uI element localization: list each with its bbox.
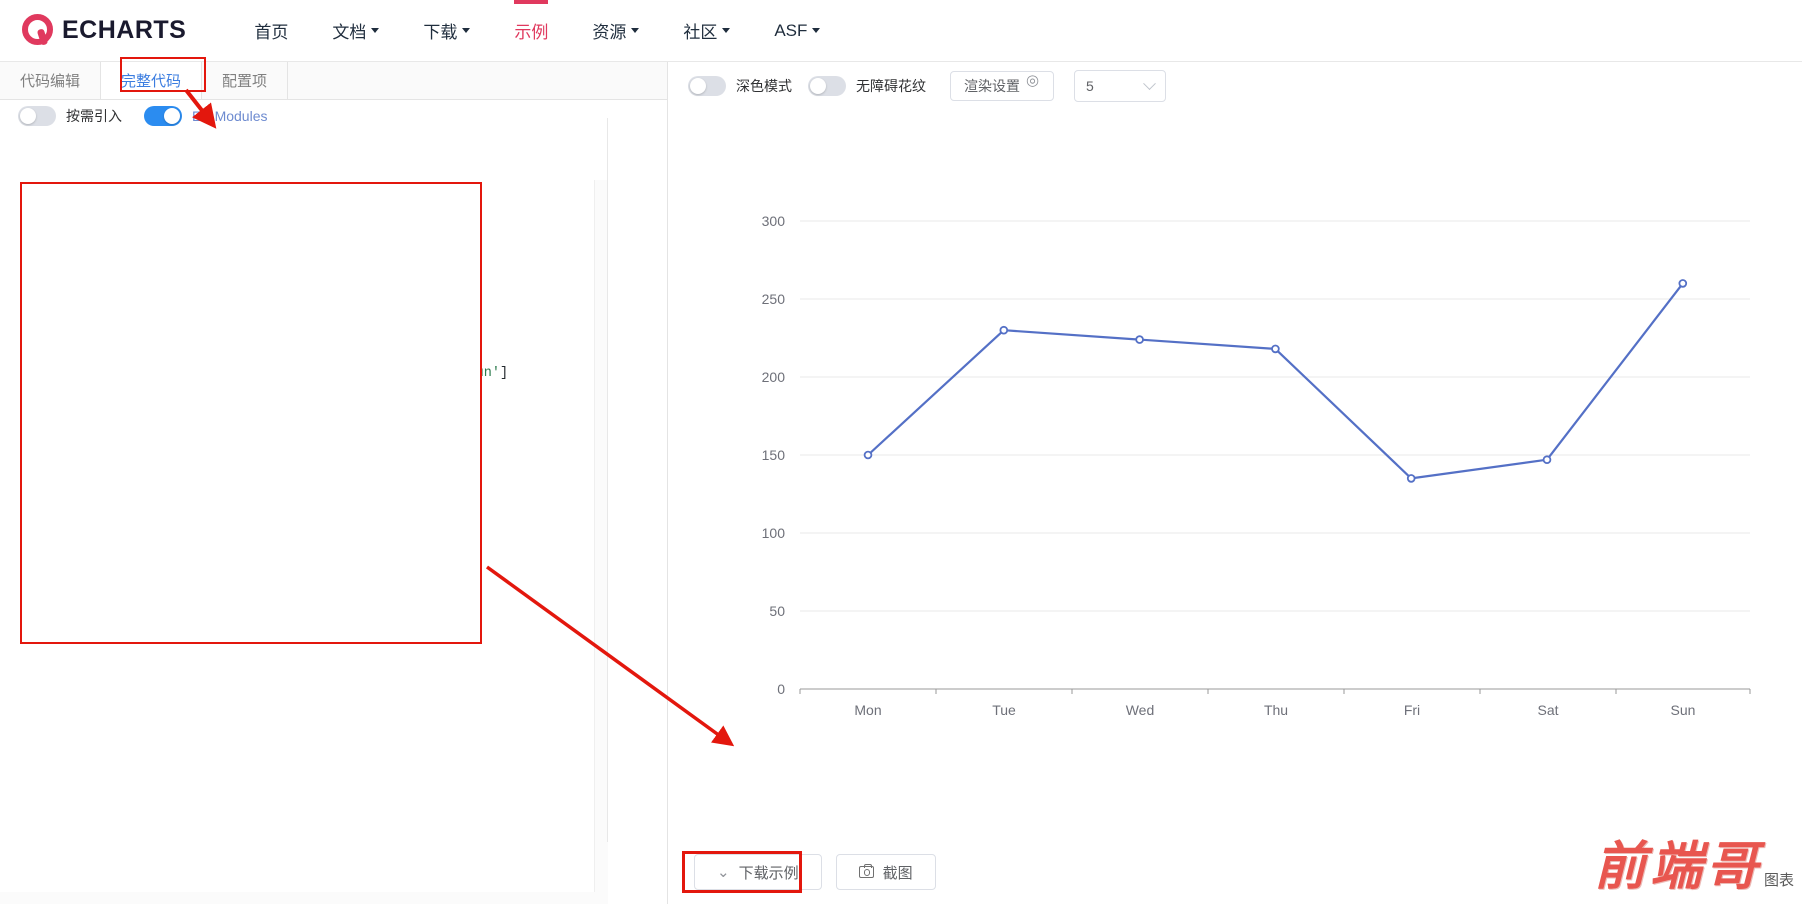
x-tick-label: Tue bbox=[992, 702, 1016, 718]
y-axis-labels: 300 250 200 150 100 50 0 bbox=[762, 213, 786, 697]
nav-item-community[interactable]: 社区 bbox=[661, 0, 752, 62]
preview-panel: 深色模式 无障碍花纹 渲染设置 5 bbox=[668, 62, 1802, 904]
nav-label: 首页 bbox=[254, 23, 289, 42]
y-tick-label: 0 bbox=[777, 681, 785, 697]
tab-label: 代码编辑 bbox=[20, 73, 81, 90]
x-axis-ticks bbox=[799, 689, 1751, 694]
echarts-logo-icon bbox=[22, 13, 56, 48]
tab-label: 完整代码 bbox=[121, 73, 182, 90]
chevron-down-icon bbox=[812, 28, 821, 33]
nav-links: 首页 文档 下载 示例 资源 社区 ASF bbox=[232, 0, 842, 62]
series-line bbox=[867, 282, 1684, 480]
top-navbar: ECHARTS 首页 文档 下载 示例 资源 社区 ASF bbox=[0, 0, 1802, 62]
toggle-knob bbox=[20, 108, 36, 124]
x-tick-label: Sat bbox=[1537, 702, 1558, 718]
y-tick-label: 50 bbox=[769, 603, 785, 619]
tab-code-edit[interactable]: 代码编辑 bbox=[0, 62, 102, 99]
line-chart-svg: 300 250 200 150 100 50 0 Mon Tue Wed Thu… bbox=[762, 213, 1751, 718]
toggle-knob bbox=[690, 78, 706, 94]
x-tick-label: Fri bbox=[1404, 702, 1420, 718]
nav-item-download[interactable]: 下载 bbox=[401, 0, 492, 62]
tab-label: 配置项 bbox=[222, 73, 268, 90]
nav-item-home[interactable]: 首页 bbox=[232, 0, 310, 62]
toggle-es-modules[interactable] bbox=[144, 106, 182, 126]
screenshot-label: 截图 bbox=[882, 864, 913, 882]
download-example-button[interactable]: ⌄ 下载示例 bbox=[694, 854, 822, 890]
series-marker bbox=[1135, 335, 1144, 344]
x-axis-labels: Mon Tue Wed Thu Fri Sat Sun bbox=[854, 702, 1695, 718]
camera-icon bbox=[858, 863, 874, 878]
nav-item-docs[interactable]: 文档 bbox=[310, 0, 401, 62]
x-tick-label: Wed bbox=[1126, 702, 1155, 718]
chevron-down-icon bbox=[462, 28, 471, 33]
toggle-es-modules-label: ES Modules bbox=[192, 108, 268, 124]
x-tick-label: Sun bbox=[1671, 702, 1696, 718]
toggle-on-demand-import[interactable] bbox=[18, 106, 56, 126]
brand-name: ECHARTS bbox=[62, 16, 187, 44]
chevron-down-icon bbox=[1143, 76, 1156, 90]
nav-label: 资源 bbox=[592, 23, 627, 42]
series-markers bbox=[863, 279, 1688, 483]
y-tick-label: 200 bbox=[762, 369, 786, 385]
download-label: 下载示例 bbox=[738, 864, 799, 882]
brand-logo-group[interactable]: ECHARTS bbox=[22, 13, 187, 48]
nav-item-asf[interactable]: ASF bbox=[752, 0, 842, 62]
series-marker bbox=[1678, 279, 1688, 288]
import-mode-toggles: 按需引入 ES Modules bbox=[0, 100, 667, 132]
series-marker bbox=[1271, 344, 1280, 354]
series-marker bbox=[1542, 455, 1552, 465]
code-scrollbar-vertical[interactable] bbox=[594, 180, 608, 904]
toggle-knob bbox=[164, 108, 180, 124]
code-viewer[interactable]: import * as echarts from 'echarts'; var … bbox=[0, 180, 608, 904]
series-marker bbox=[863, 450, 873, 460]
chevron-down-icon bbox=[631, 28, 640, 33]
tab-options[interactable]: 配置项 bbox=[202, 62, 289, 99]
accessibility-pattern-label: 无障碍花纹 bbox=[856, 78, 926, 94]
y-tick-label: 150 bbox=[762, 447, 786, 463]
y-tick-label: 300 bbox=[762, 213, 786, 229]
code-scrollbar-horizontal[interactable] bbox=[0, 892, 608, 904]
code-content: import * as echarts from 'echarts'; var … bbox=[30, 190, 509, 637]
version-select[interactable]: 5 bbox=[1074, 70, 1166, 102]
x-tick-label: Thu bbox=[1264, 702, 1288, 718]
chart-canvas[interactable]: 300 250 200 150 100 50 0 Mon Tue Wed Thu… bbox=[680, 102, 1790, 816]
nav-label: 社区 bbox=[683, 23, 718, 42]
panel-divider bbox=[607, 118, 608, 842]
nav-label: 下载 bbox=[423, 23, 458, 42]
nav-label: 文档 bbox=[332, 23, 367, 42]
series-marker bbox=[1406, 474, 1416, 483]
toggle-accessibility-pattern[interactable] bbox=[808, 76, 846, 96]
nav-item-examples[interactable]: 示例 bbox=[492, 0, 570, 62]
version-value: 5 bbox=[1086, 78, 1094, 94]
nav-item-resources[interactable]: 资源 bbox=[570, 0, 661, 62]
x-tick-label: Mon bbox=[854, 702, 881, 718]
screenshot-button[interactable]: 截图 bbox=[835, 854, 936, 890]
dark-mode-label: 深色模式 bbox=[736, 78, 792, 94]
render-settings-button[interactable]: 渲染设置 bbox=[950, 71, 1054, 101]
gear-icon bbox=[1026, 73, 1040, 93]
y-tick-label: 250 bbox=[762, 291, 786, 307]
render-settings-label: 渲染设置 bbox=[964, 78, 1020, 94]
chart-gridlines bbox=[800, 220, 1750, 612]
editor-tabbar: 代码编辑 完整代码 配置项 bbox=[0, 62, 667, 100]
chevron-down-icon bbox=[722, 28, 731, 33]
chevron-down-icon bbox=[371, 28, 380, 33]
tab-full-code[interactable]: 完整代码 bbox=[101, 62, 203, 99]
nav-label: ASF bbox=[774, 20, 808, 40]
nav-label: 示例 bbox=[514, 23, 549, 42]
preview-bottom-bar: ⌄ 下载示例 截图 bbox=[668, 840, 1802, 904]
toggle-dark-mode[interactable] bbox=[688, 76, 726, 96]
series-marker bbox=[999, 325, 1009, 335]
page-root: ECHARTS 首页 文档 下载 示例 资源 社区 ASF 代码编辑 完整代码 … bbox=[0, 0, 1802, 904]
download-icon: ⌄ bbox=[717, 864, 730, 881]
toggle-on-demand-label: 按需引入 bbox=[66, 108, 122, 124]
editor-panel: 代码编辑 完整代码 配置项 按需引入 ES Modules import * a… bbox=[0, 62, 668, 904]
toggle-knob bbox=[810, 78, 826, 94]
y-tick-label: 100 bbox=[762, 525, 786, 541]
